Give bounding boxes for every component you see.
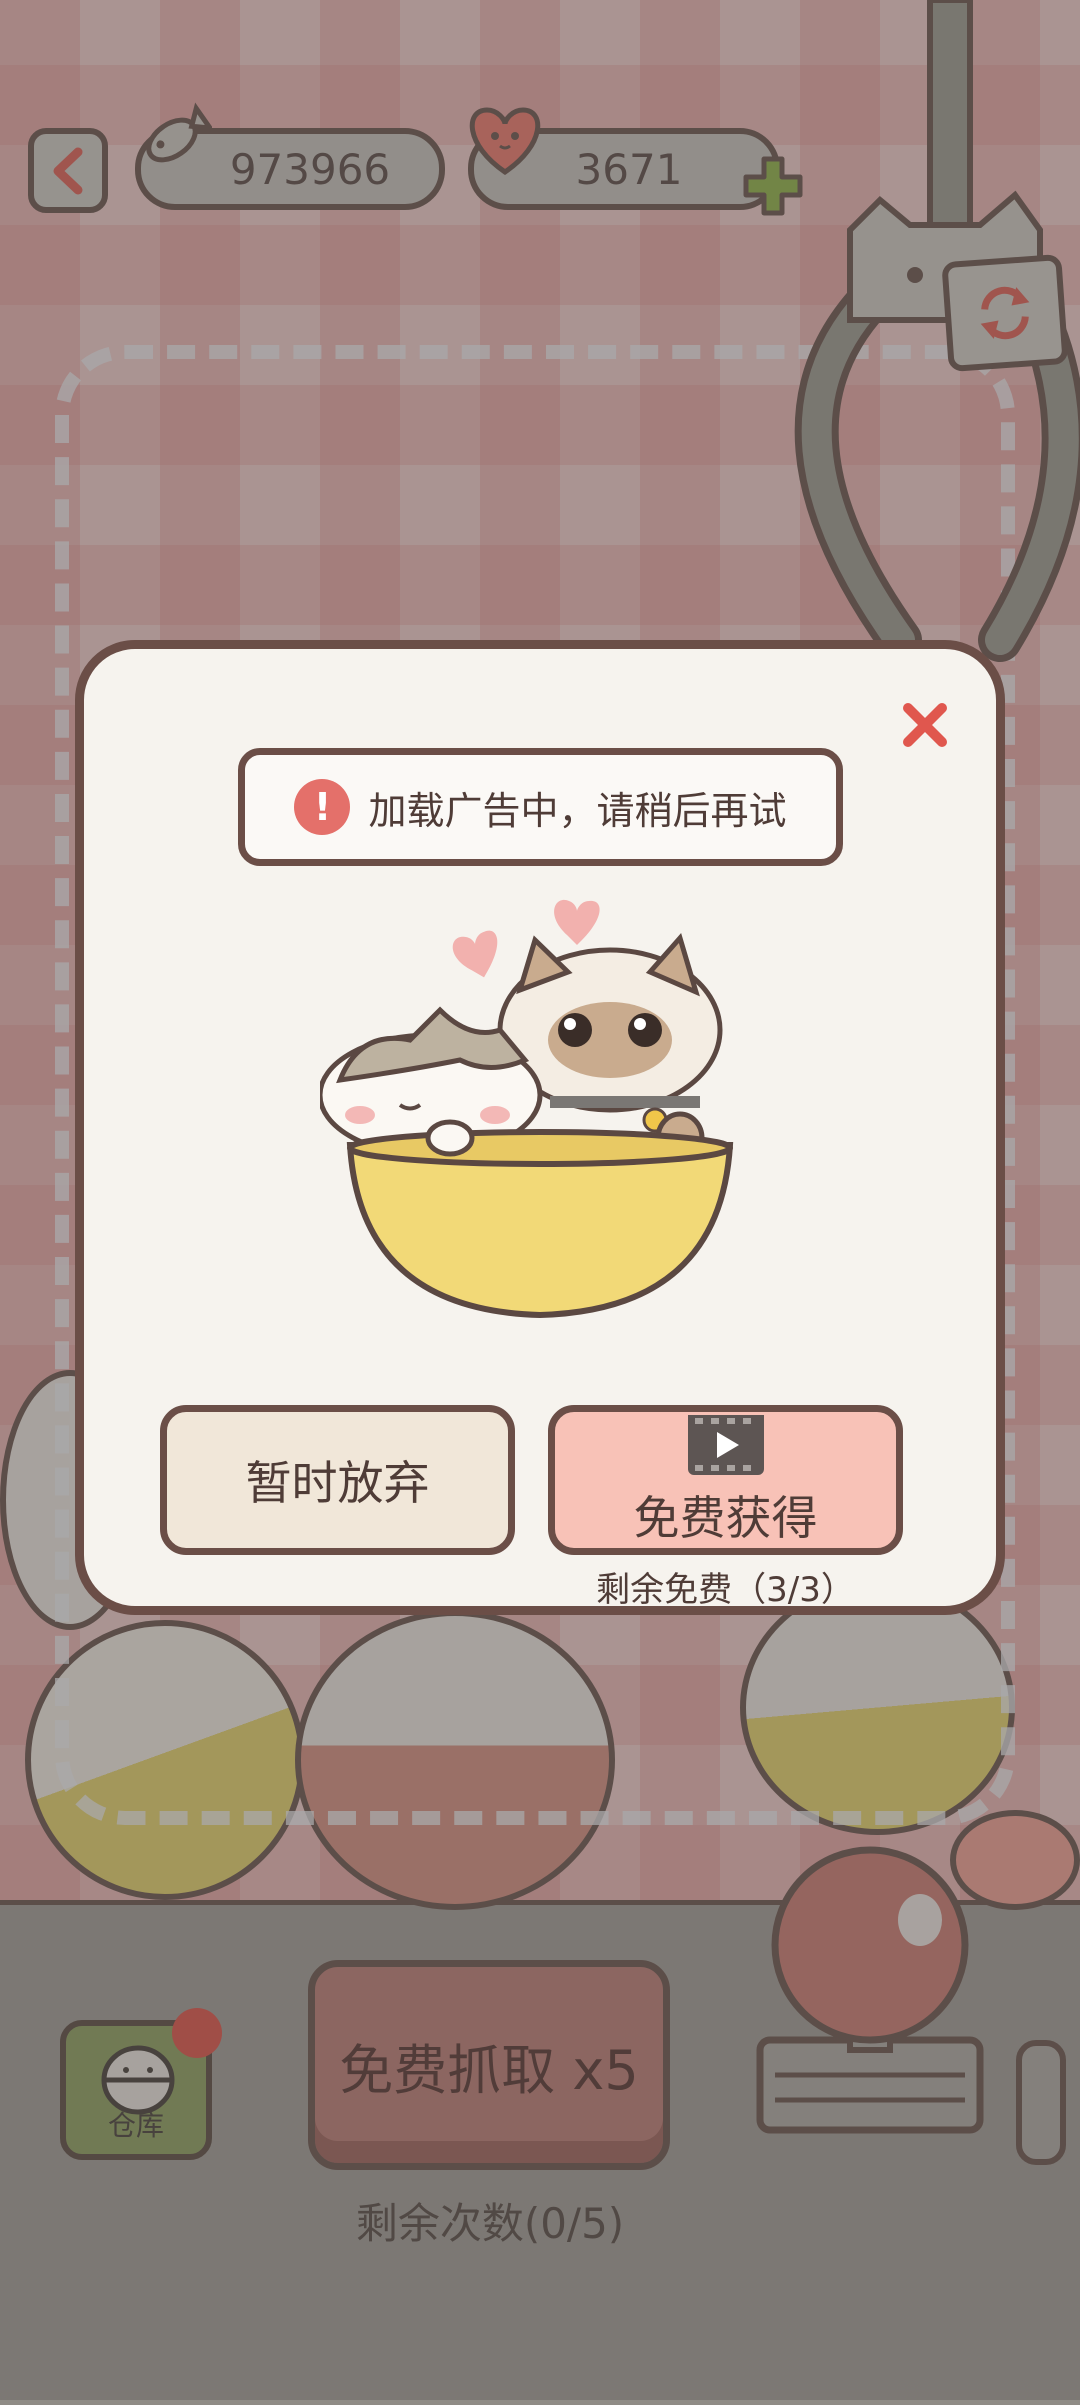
give-up-button[interactable]: 暂时放弃	[160, 1405, 515, 1555]
get-free-label: 免费获得	[633, 1491, 818, 1545]
cats-in-bowl-illustration	[320, 899, 734, 1319]
loading-toast: ! 加载广告中，请稍后再试	[238, 748, 843, 866]
close-icon	[903, 703, 947, 747]
close-button[interactable]	[890, 690, 960, 760]
free-remaining-text: 剩余免费（3/3）	[596, 1570, 855, 1610]
get-free-button[interactable]: 免费获得	[548, 1405, 903, 1555]
warning-icon: !	[294, 779, 351, 835]
video-icon	[687, 1415, 764, 1475]
toast-text: 加载广告中，请稍后再试	[368, 788, 787, 833]
give-up-label: 暂时放弃	[245, 1456, 430, 1510]
